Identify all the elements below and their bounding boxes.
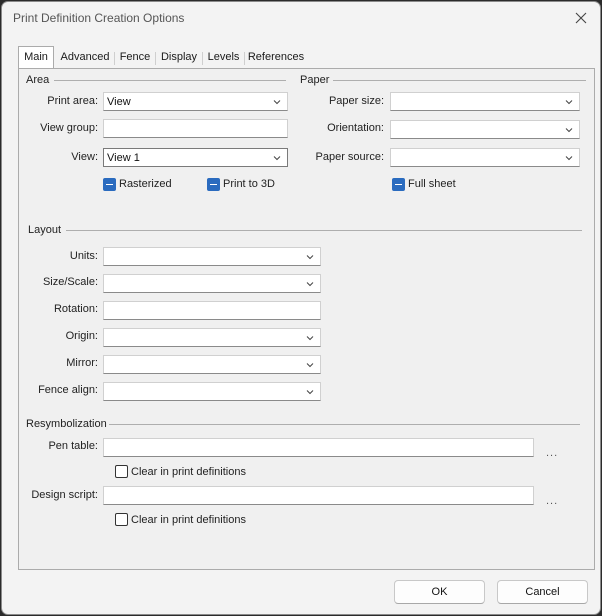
view-dropdown[interactable]: View 1 bbox=[103, 148, 288, 167]
size-scale-dropdown[interactable] bbox=[103, 274, 321, 293]
mirror-label: Mirror: bbox=[66, 357, 98, 369]
layout-divider bbox=[66, 230, 582, 231]
main-tab-panel: Area Print area: View View group: View: … bbox=[18, 68, 595, 570]
chevron-down-icon bbox=[565, 156, 573, 161]
fence-align-label: Fence align: bbox=[38, 384, 98, 396]
units-dropdown[interactable] bbox=[103, 247, 321, 266]
rasterized-label: Rasterized bbox=[119, 178, 172, 190]
tab-advanced[interactable]: Advanced bbox=[57, 48, 113, 68]
cancel-button[interactable]: Cancel bbox=[497, 580, 588, 604]
tab-separator bbox=[244, 52, 245, 65]
units-label: Units: bbox=[69, 250, 98, 262]
origin-dropdown[interactable] bbox=[103, 328, 321, 347]
paper-size-dropdown[interactable] bbox=[390, 92, 580, 111]
tab-separator bbox=[155, 52, 156, 65]
full-sheet-checkbox[interactable] bbox=[392, 178, 405, 191]
title-bar: Print Definition Creation Options bbox=[2, 2, 600, 34]
fence-align-dropdown[interactable] bbox=[103, 382, 321, 401]
resymbolization-divider bbox=[109, 424, 580, 425]
pen-table-label: Pen table: bbox=[48, 440, 98, 452]
chevron-down-icon bbox=[273, 156, 281, 161]
rotation-label: Rotation: bbox=[53, 303, 98, 315]
rasterized-checkbox[interactable] bbox=[103, 178, 116, 191]
paper-section-title: Paper bbox=[300, 74, 330, 86]
chevron-down-icon bbox=[306, 255, 314, 260]
layout-section-title: Layout bbox=[28, 224, 62, 236]
rotation-field[interactable] bbox=[103, 301, 321, 320]
design-script-clear-label: Clear in print definitions bbox=[131, 514, 246, 526]
print-area-label: Print area: bbox=[47, 95, 98, 107]
view-label: View: bbox=[71, 151, 98, 163]
ok-button[interactable]: OK bbox=[394, 580, 485, 604]
dialog-window: Print Definition Creation Options Main A… bbox=[1, 1, 601, 615]
paper-size-label: Paper size: bbox=[328, 95, 384, 107]
close-button[interactable] bbox=[568, 6, 594, 30]
print-to-3d-checkbox[interactable] bbox=[207, 178, 220, 191]
print-area-value: View bbox=[107, 96, 131, 108]
orientation-label: Orientation: bbox=[327, 122, 384, 134]
area-section-title: Area bbox=[26, 74, 50, 86]
chevron-down-icon bbox=[306, 282, 314, 287]
design-script-label: Design script: bbox=[31, 489, 98, 501]
chevron-down-icon bbox=[306, 390, 314, 395]
mirror-dropdown[interactable] bbox=[103, 355, 321, 374]
tab-references[interactable]: References bbox=[246, 48, 306, 68]
pen-table-clear-label: Clear in print definitions bbox=[131, 466, 246, 478]
area-divider bbox=[54, 80, 286, 81]
chevron-down-icon bbox=[306, 363, 314, 368]
resymbolization-section-title: Resymbolization bbox=[26, 418, 107, 430]
full-sheet-label: Full sheet bbox=[408, 178, 456, 190]
view-value: View 1 bbox=[107, 152, 140, 164]
paper-source-dropdown[interactable] bbox=[390, 148, 580, 167]
pen-table-clear-checkbox[interactable] bbox=[115, 465, 128, 478]
chevron-down-icon bbox=[273, 100, 281, 105]
pen-table-field[interactable] bbox=[103, 438, 534, 457]
origin-label: Origin: bbox=[65, 330, 98, 342]
print-area-dropdown[interactable]: View bbox=[103, 92, 288, 111]
size-scale-label: Size/Scale: bbox=[42, 276, 98, 288]
dialog-title: Print Definition Creation Options bbox=[13, 11, 185, 25]
chevron-down-icon bbox=[565, 128, 573, 133]
tab-fence[interactable]: Fence bbox=[116, 48, 154, 68]
tab-main[interactable]: Main bbox=[18, 46, 54, 68]
tab-separator bbox=[202, 52, 203, 65]
design-script-browse-button[interactable]: ... bbox=[546, 495, 558, 507]
paper-divider bbox=[333, 80, 586, 81]
design-script-clear-checkbox[interactable] bbox=[115, 513, 128, 526]
tab-display[interactable]: Display bbox=[157, 48, 201, 68]
close-icon bbox=[575, 12, 587, 24]
tab-levels[interactable]: Levels bbox=[204, 48, 243, 68]
print-to-3d-label: Print to 3D bbox=[223, 178, 275, 190]
chevron-down-icon bbox=[306, 336, 314, 341]
pen-table-browse-button[interactable]: ... bbox=[546, 447, 558, 459]
chevron-down-icon bbox=[565, 100, 573, 105]
tab-separator bbox=[114, 52, 115, 65]
design-script-field[interactable] bbox=[103, 486, 534, 505]
view-group-field[interactable] bbox=[103, 119, 288, 138]
view-group-label: View group: bbox=[40, 122, 98, 134]
paper-source-label: Paper source: bbox=[315, 151, 384, 163]
orientation-dropdown[interactable] bbox=[390, 120, 580, 139]
